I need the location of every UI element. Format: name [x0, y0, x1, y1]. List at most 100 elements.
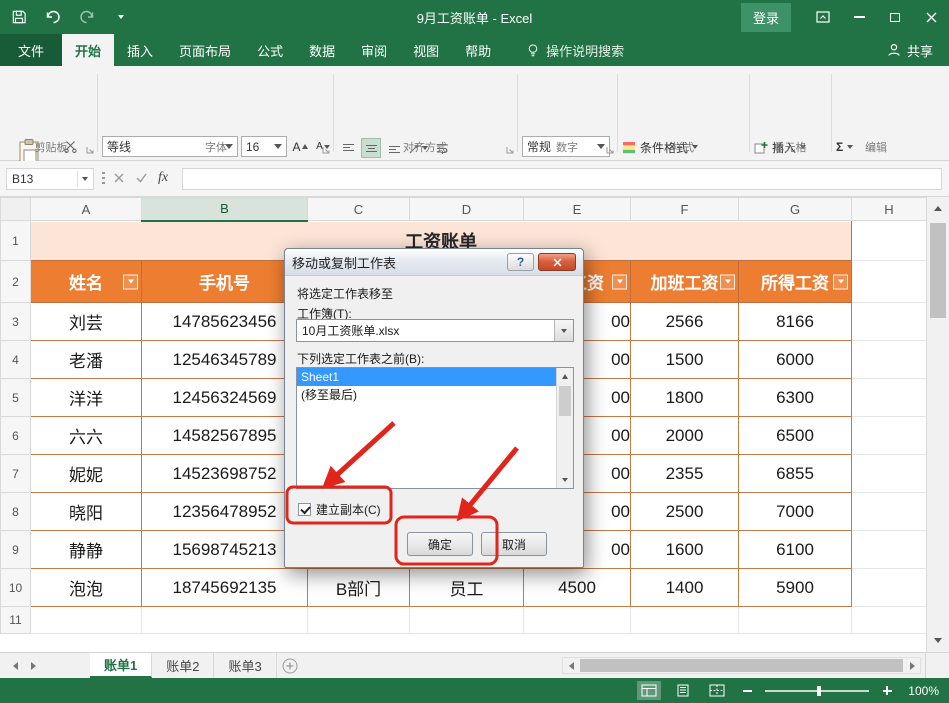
- formula-input[interactable]: [182, 168, 942, 190]
- row-header-2[interactable]: 2: [1, 261, 31, 303]
- enter-icon[interactable]: [136, 171, 147, 186]
- cell[interactable]: [631, 607, 739, 634]
- tab-file[interactable]: 文件: [0, 34, 62, 66]
- scroll-up-icon[interactable]: [927, 197, 949, 220]
- cell[interactable]: 晓阳: [31, 493, 142, 531]
- listbox-scroll-up-icon[interactable]: [557, 368, 573, 384]
- cell[interactable]: 六六: [31, 417, 142, 455]
- cell[interactable]: [31, 607, 142, 634]
- table-header-cell[interactable]: 手机号: [142, 261, 308, 303]
- create-copy-option[interactable]: 建立副本(C): [298, 501, 381, 518]
- sheet-nav-right-icon[interactable]: [24, 653, 42, 678]
- row-header-11[interactable]: 11: [1, 607, 31, 634]
- cell[interactable]: 1600: [631, 531, 739, 569]
- dialog-close-button[interactable]: [538, 253, 576, 271]
- cell[interactable]: 2000: [631, 417, 739, 455]
- cell[interactable]: 员工: [410, 569, 524, 607]
- formula-bar-handle[interactable]: [102, 172, 105, 186]
- cell[interactable]: 刘芸: [31, 303, 142, 341]
- column-header-B[interactable]: B: [142, 198, 308, 221]
- cell[interactable]: 6000: [739, 341, 852, 379]
- horizontal-scrollbar[interactable]: [562, 657, 921, 674]
- cell[interactable]: 6855: [739, 455, 852, 493]
- row-header-9[interactable]: 9: [1, 531, 31, 569]
- tab-page-layout[interactable]: 页面布局: [166, 34, 244, 66]
- row-header-8[interactable]: 8: [1, 493, 31, 531]
- cell[interactable]: 老潘: [31, 341, 142, 379]
- cell[interactable]: [852, 341, 927, 379]
- cell[interactable]: 1500: [631, 341, 739, 379]
- filter-button[interactable]: [612, 274, 627, 289]
- cell[interactable]: 15698745213: [142, 531, 308, 569]
- sheet-tab-1[interactable]: 账单1: [90, 653, 152, 678]
- create-copy-checkbox[interactable]: [298, 503, 311, 516]
- cell[interactable]: [852, 493, 927, 531]
- listbox-scroll-down-icon[interactable]: [557, 472, 573, 488]
- cell[interactable]: [852, 531, 927, 569]
- cell[interactable]: 12356478952: [142, 493, 308, 531]
- zoom-out-button[interactable]: [739, 683, 755, 699]
- cell[interactable]: 12546345789: [142, 341, 308, 379]
- filter-button[interactable]: [123, 274, 138, 289]
- column-header-E[interactable]: E: [524, 198, 631, 221]
- zoom-slider-thumb[interactable]: [817, 686, 821, 696]
- font-dialog-launcher-icon[interactable]: [321, 145, 331, 155]
- sheet-nav-left-icon[interactable]: [6, 653, 24, 678]
- vertical-scrollbar[interactable]: [926, 197, 949, 652]
- scroll-down-icon[interactable]: [927, 629, 949, 652]
- cell[interactable]: 1400: [631, 569, 739, 607]
- dropdown-arrow-icon[interactable]: [554, 320, 573, 341]
- redo-icon[interactable]: [78, 8, 96, 26]
- tab-insert[interactable]: 插入: [114, 34, 166, 66]
- tab-formulas[interactable]: 公式: [244, 34, 296, 66]
- cell[interactable]: 8166: [739, 303, 852, 341]
- scroll-right-icon[interactable]: [904, 658, 920, 673]
- cell[interactable]: [852, 607, 927, 634]
- cell[interactable]: 妮妮: [31, 455, 142, 493]
- cell[interactable]: 7000: [739, 493, 852, 531]
- cell[interactable]: [524, 607, 631, 634]
- column-header-H[interactable]: H: [852, 198, 927, 221]
- row-header-5[interactable]: 5: [1, 379, 31, 417]
- cell[interactable]: 1800: [631, 379, 739, 417]
- qat-customize-icon[interactable]: [112, 8, 130, 26]
- row-header-6[interactable]: 6: [1, 417, 31, 455]
- cell[interactable]: 6500: [739, 417, 852, 455]
- list-item-move-to-end[interactable]: (移至最后): [297, 386, 556, 404]
- save-icon[interactable]: [10, 8, 28, 26]
- dialog-help-button[interactable]: ?: [507, 253, 534, 271]
- row-header-1[interactable]: 1: [1, 221, 31, 261]
- number-dialog-launcher-icon[interactable]: [605, 145, 615, 155]
- cell[interactable]: [852, 379, 927, 417]
- cell[interactable]: [852, 303, 927, 341]
- normal-view-icon[interactable]: [637, 681, 661, 700]
- name-box[interactable]: B13: [6, 168, 94, 190]
- cell[interactable]: 14785623456: [142, 303, 308, 341]
- zoom-in-button[interactable]: [879, 683, 895, 699]
- ribbon-display-options-icon[interactable]: [805, 0, 841, 34]
- cell[interactable]: 14582567895: [142, 417, 308, 455]
- column-header-G[interactable]: G: [739, 198, 852, 221]
- cell[interactable]: 洋洋: [31, 379, 142, 417]
- alignment-dialog-launcher-icon[interactable]: [505, 145, 515, 155]
- cell[interactable]: 4500: [524, 569, 631, 607]
- cell[interactable]: 14523698752: [142, 455, 308, 493]
- column-header-D[interactable]: D: [410, 198, 524, 221]
- cell[interactable]: 静静: [31, 531, 142, 569]
- undo-icon[interactable]: [44, 8, 62, 26]
- column-header-F[interactable]: F: [631, 198, 739, 221]
- clipboard-dialog-launcher-icon[interactable]: [85, 145, 95, 155]
- minimize-button[interactable]: [841, 0, 877, 34]
- listbox-scrollbar[interactable]: [556, 368, 573, 488]
- sign-in-button[interactable]: 登录: [741, 3, 791, 32]
- cell[interactable]: 泡泡: [31, 569, 142, 607]
- column-header-C[interactable]: C: [308, 198, 410, 221]
- listbox-scroll-thumb[interactable]: [559, 386, 571, 416]
- cell[interactable]: 18745692135: [142, 569, 308, 607]
- table-header-cell[interactable]: 姓名: [31, 261, 142, 303]
- scroll-left-icon[interactable]: [563, 658, 579, 673]
- tell-me-search[interactable]: 操作说明搜索: [526, 34, 624, 66]
- close-button[interactable]: [913, 0, 949, 34]
- cell[interactable]: 2566: [631, 303, 739, 341]
- cell[interactable]: 12456324569: [142, 379, 308, 417]
